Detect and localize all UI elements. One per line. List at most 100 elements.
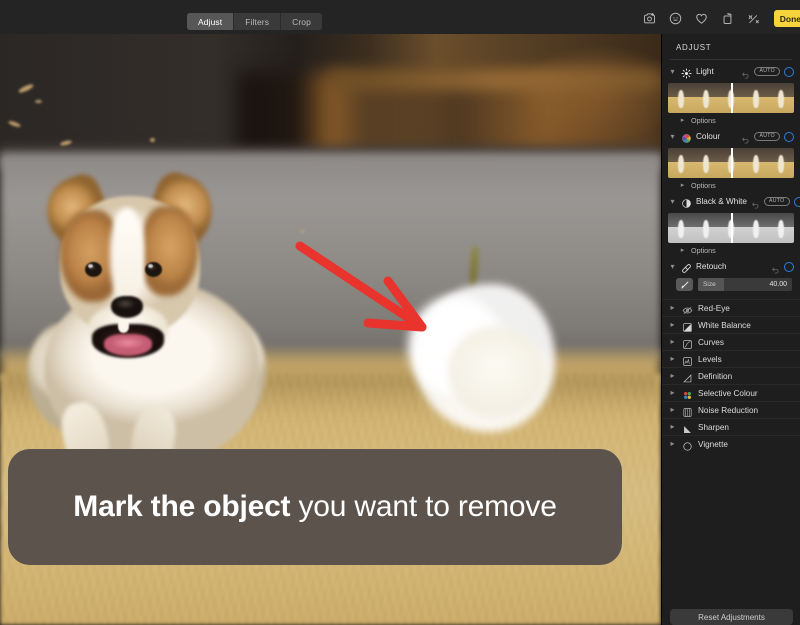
levels-icon <box>682 354 693 366</box>
sidebar-section-black-and-white[interactable]: ▾ Black & White AUTO <box>662 193 800 210</box>
filmstrip-playhead[interactable] <box>731 83 733 113</box>
sidebar-section-black-and-white-label: Black & White <box>696 197 747 206</box>
auto-badge-light[interactable]: AUTO <box>754 66 780 77</box>
retouch-size-label: Size <box>703 281 716 288</box>
chevron-right-icon[interactable]: ▸ <box>668 355 677 363</box>
selective-colour-icon <box>682 388 693 399</box>
retouch-mask-core <box>448 326 544 418</box>
markup-icon[interactable] <box>642 11 657 26</box>
definition-icon <box>682 371 693 382</box>
reset-arrow-icon[interactable] <box>741 132 750 144</box>
chevron-right-icon[interactable]: ▸ <box>668 372 677 380</box>
sharpen-icon <box>682 422 693 433</box>
chevron-down-icon[interactable]: ▾ <box>668 262 677 271</box>
black-and-white-options-label: Options <box>691 246 716 255</box>
black-and-white-options-row[interactable]: ▸ Options <box>662 243 800 258</box>
sidebar-item-sharpen-label: Sharpen <box>698 422 729 432</box>
chevron-right-icon[interactable]: ▸ <box>678 247 687 254</box>
sidebar-section-light[interactable]: ▾ Light AUTO <box>662 63 800 80</box>
colour-options-row[interactable]: ▸ Options <box>662 178 800 193</box>
toggle-ring-light[interactable] <box>784 66 794 77</box>
eye-icon <box>682 303 693 314</box>
sidebar-item-selective-colour-label: Selective Colour <box>698 388 758 398</box>
colour-options-label: Options <box>691 181 716 190</box>
sidebar-divider <box>670 59 792 60</box>
rotate-icon[interactable] <box>720 11 735 26</box>
toggle-ring-colour[interactable] <box>784 131 794 142</box>
sidebar-item-noise-reduction[interactable]: ▸ Noise Reduction <box>662 401 800 418</box>
chevron-down-icon[interactable]: ▾ <box>668 197 677 206</box>
light-filmstrip-slider[interactable] <box>668 83 794 113</box>
tab-filters[interactable]: Filters <box>234 13 282 30</box>
caption-rest-part: you want to remove <box>290 489 557 523</box>
light-options-row[interactable]: ▸ Options <box>662 113 800 128</box>
favorite-heart-icon[interactable] <box>694 11 709 26</box>
chevron-right-icon[interactable]: ▸ <box>668 423 677 431</box>
sidebar-item-noise-reduction-label: Noise Reduction <box>698 405 759 415</box>
curves-icon <box>682 337 693 349</box>
tab-adjust[interactable]: Adjust <box>187 13 235 30</box>
info-icon[interactable] <box>668 11 683 26</box>
instruction-caption: Mark the object you want to remove <box>8 449 622 565</box>
retouch-size-value: 40.00 <box>769 281 787 288</box>
chevron-right-icon[interactable]: ▸ <box>668 406 677 414</box>
done-button[interactable]: Done <box>773 10 800 27</box>
chevron-right-icon[interactable]: ▸ <box>668 321 677 329</box>
chevron-down-icon[interactable]: ▾ <box>668 132 677 141</box>
caption-bold-part: Mark the object <box>73 489 291 523</box>
sidebar-section-light-label: Light <box>696 67 714 76</box>
retouch-size-slider[interactable]: Size 40.00 <box>698 278 792 291</box>
sidebar-item-curves-label: Curves <box>698 337 724 347</box>
mode-tab-group[interactable]: Adjust Filters Crop <box>187 13 322 30</box>
image-canvas[interactable]: Mark the object you want to remove <box>0 34 661 625</box>
chevron-right-icon[interactable]: ▸ <box>668 304 677 312</box>
sidebar-item-red-eye[interactable]: ▸ Red-Eye <box>662 299 800 316</box>
sidebar-item-vignette-label: Vignette <box>698 439 728 449</box>
collapsed-adjustment-list: ▸ Red-Eye ▸ White Balance ▸ Curves ▸ Lev… <box>662 299 800 452</box>
reset-adjustments-button[interactable]: Reset Adjustments <box>670 609 793 625</box>
chevron-down-icon[interactable]: ▾ <box>668 67 677 76</box>
reset-arrow-icon[interactable] <box>751 197 760 209</box>
sidebar-item-vignette[interactable]: ▸ Vignette <box>662 435 800 452</box>
dog-subject <box>19 154 282 482</box>
white-balance-icon <box>682 320 693 332</box>
toggle-ring-black-and-white[interactable] <box>793 196 800 207</box>
sidebar-section-colour[interactable]: ▾ Colour AUTO <box>662 128 800 145</box>
tab-crop[interactable]: Crop <box>281 13 322 30</box>
light-options-label: Options <box>691 116 716 125</box>
sidebar-section-retouch[interactable]: ▾ Retouch <box>662 258 800 275</box>
reset-arrow-icon[interactable] <box>741 67 750 79</box>
chevron-right-icon[interactable]: ▸ <box>678 117 687 124</box>
magic-wand-icon[interactable] <box>746 11 761 26</box>
sidebar-section-colour-label: Colour <box>696 132 721 141</box>
noise-reduction-icon <box>682 405 693 417</box>
chevron-right-icon[interactable]: ▸ <box>668 338 677 346</box>
red-arrow-icon <box>295 241 427 332</box>
black-and-white-filmstrip-slider[interactable] <box>668 213 794 243</box>
brush-icon[interactable] <box>676 278 693 291</box>
filmstrip-playhead[interactable] <box>731 213 733 243</box>
chevron-right-icon[interactable]: ▸ <box>668 440 677 448</box>
sidebar-item-white-balance[interactable]: ▸ White Balance <box>662 316 800 333</box>
top-toolbar-actions: Done <box>642 9 800 28</box>
reset-arrow-icon[interactable] <box>771 262 780 274</box>
sidebar-item-sharpen[interactable]: ▸ Sharpen <box>662 418 800 435</box>
toggle-ring-retouch[interactable] <box>784 261 794 272</box>
chevron-right-icon[interactable]: ▸ <box>678 182 687 189</box>
contrast-circle-icon <box>681 196 692 208</box>
adjust-sidebar: ADJUST ▾ Light AUTO ▸ Options ▾ Colour A… <box>661 34 800 625</box>
sidebar-item-levels-label: Levels <box>698 354 722 364</box>
sidebar-item-red-eye-label: Red-Eye <box>698 303 730 313</box>
top-toolbar: Adjust Filters Crop Done <box>0 0 800 34</box>
sidebar-item-definition[interactable]: ▸ Definition <box>662 367 800 384</box>
sidebar-item-white-balance-label: White Balance <box>698 320 751 330</box>
sidebar-item-levels[interactable]: ▸ Levels <box>662 350 800 367</box>
sidebar-item-curves[interactable]: ▸ Curves <box>662 333 800 350</box>
chevron-right-icon[interactable]: ▸ <box>668 389 677 397</box>
colour-filmstrip-slider[interactable] <box>668 148 794 178</box>
auto-badge-black-and-white[interactable]: AUTO <box>763 196 790 207</box>
bandage-icon <box>681 261 692 273</box>
auto-badge-colour[interactable]: AUTO <box>754 131 780 142</box>
sidebar-item-selective-colour[interactable]: ▸ Selective Colour <box>662 384 800 401</box>
filmstrip-playhead[interactable] <box>731 148 733 178</box>
